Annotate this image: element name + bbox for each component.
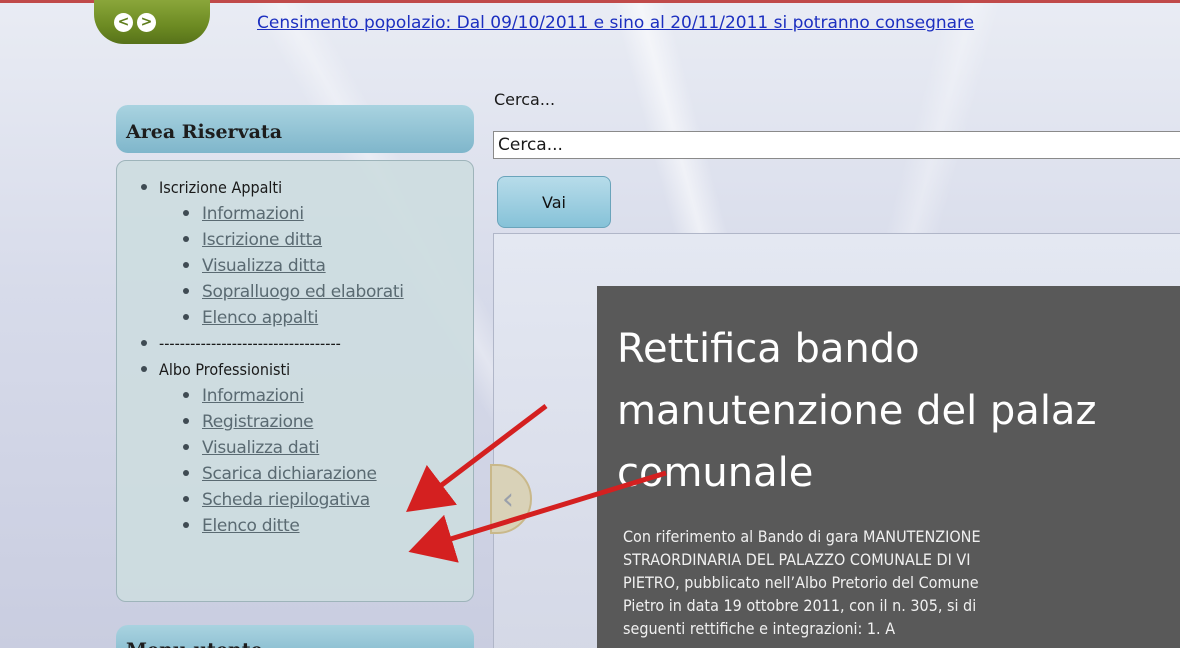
menu-item[interactable]: Scarica dichiarazione (127, 461, 473, 487)
menu-list: Iscrizione Appalti Informazioni Iscrizione… (127, 175, 473, 539)
menu-item-link[interactable]: Informazioni (202, 204, 304, 224)
menu-item-link[interactable]: Elenco ditte (202, 516, 300, 536)
bullet-icon (183, 470, 189, 476)
menu-section: ----------------------------------- (127, 331, 473, 357)
bullet-icon (183, 444, 189, 450)
bullet-icon (183, 288, 189, 294)
ticker-next-button[interactable]: > (137, 12, 156, 32)
bullet-icon (183, 236, 189, 242)
bullet-icon (141, 366, 147, 372)
menu-section: Iscrizione Appalti (127, 175, 473, 201)
search-input[interactable] (493, 131, 1180, 159)
menu-section-label: Iscrizione Appalti (159, 178, 283, 197)
search-button[interactable]: Vai (497, 176, 611, 228)
menu-item[interactable]: Informazioni (127, 201, 473, 227)
bullet-icon (183, 314, 189, 320)
bullet-icon (141, 184, 147, 190)
menu-item[interactable]: Iscrizione ditta (127, 227, 473, 253)
menu-item-link[interactable]: Informazioni (202, 386, 304, 406)
menu-item-link[interactable]: Scarica dichiarazione (202, 464, 377, 484)
slide-text: Con riferimento al Bando di gara MANUTEN… (623, 527, 981, 638)
menu-item[interactable]: Elenco ditte (127, 513, 473, 539)
search-label: Cerca... (494, 90, 556, 109)
menu-item-link[interactable]: Registrazione (202, 412, 314, 432)
menu-item[interactable]: Visualizza ditta (127, 253, 473, 279)
sidebar-menu: Iscrizione Appalti Informazioni Iscrizione… (116, 160, 474, 602)
news-ticker-link[interactable]: Censimento popolazio: Dal 09/10/2011 e s… (257, 13, 974, 33)
menu-section-label: ----------------------------------- (159, 334, 341, 353)
sidebar-title-2: Menu utente (116, 625, 474, 648)
sidebar-title: Area Riservata (116, 105, 474, 153)
menu-item[interactable]: Informazioni (127, 383, 473, 409)
menu-item[interactable]: Elenco appalti (127, 305, 473, 331)
menu-item[interactable]: Sopralluogo ed elaborati (127, 279, 473, 305)
menu-item[interactable]: Registrazione (127, 409, 473, 435)
menu-item[interactable]: Visualizza dati (127, 435, 473, 461)
bullet-icon (183, 262, 189, 268)
bullet-icon (183, 522, 189, 528)
menu-item-link[interactable]: Sopralluogo ed elaborati (202, 282, 404, 302)
bullet-icon (183, 210, 189, 216)
ticker-nav: < > (94, 0, 210, 44)
menu-item[interactable]: Scheda riepilogativa (127, 487, 473, 513)
menu-item-link[interactable]: Visualizza dati (202, 438, 320, 458)
slide-title[interactable]: Rettifica bando manutenzione del palaz c… (617, 318, 1180, 504)
bullet-icon (183, 392, 189, 398)
menu-section-label: Albo Professionisti (159, 360, 291, 379)
bullet-icon (141, 340, 147, 346)
menu-item-link[interactable]: Iscrizione ditta (202, 230, 322, 250)
menu-section: Albo Professionisti (127, 357, 473, 383)
bullet-icon (183, 496, 189, 502)
menu-item-link[interactable]: Elenco appalti (202, 308, 318, 328)
menu-item-link[interactable]: Visualizza ditta (202, 256, 326, 276)
bullet-icon (183, 418, 189, 424)
ticker-prev-button[interactable]: < (114, 12, 133, 32)
menu-item-link[interactable]: Scheda riepilogativa (202, 490, 370, 510)
chevron-left-icon: ‹ (502, 481, 514, 517)
